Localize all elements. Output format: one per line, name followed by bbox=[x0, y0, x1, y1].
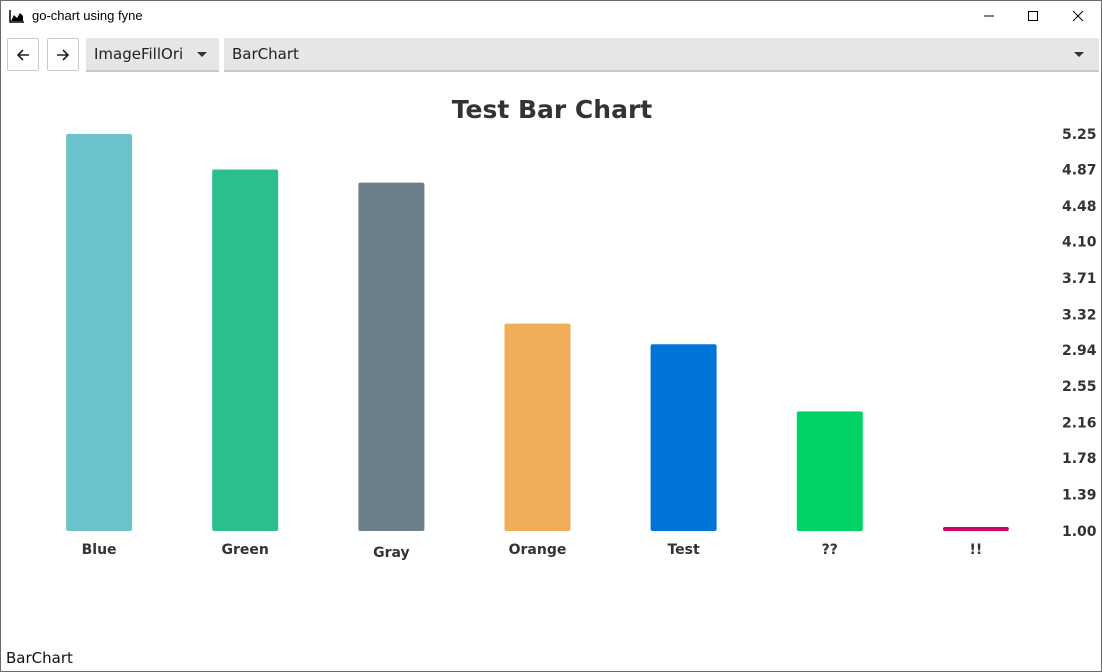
arrow-right-icon bbox=[57, 48, 70, 61]
bar-gray bbox=[358, 182, 425, 531]
y-tick-label: 4.48 bbox=[1062, 199, 1097, 215]
back-button[interactable] bbox=[7, 38, 39, 71]
app-window: go-chart using fyne ImageFillOri BarChar… bbox=[0, 0, 1102, 672]
option-select-value: ImageFillOri bbox=[94, 45, 184, 63]
area-chart-icon bbox=[9, 10, 24, 23]
bar-chart: Test Bar Chart Blue Green Gray Orange Test??… bbox=[66, 95, 1097, 561]
bar-green bbox=[212, 169, 279, 531]
y-tick-label: 2.94 bbox=[1062, 343, 1097, 359]
x-tick-label: Test bbox=[667, 542, 700, 558]
arrow-left-icon bbox=[16, 48, 29, 61]
bar-group bbox=[66, 134, 1009, 531]
x-tick-label: Blue bbox=[82, 542, 117, 558]
maximize-button[interactable] bbox=[1010, 1, 1056, 31]
chevron-down-icon bbox=[197, 52, 207, 57]
y-tick-label: 5.25 bbox=[1062, 127, 1097, 143]
chart-title: Test Bar Chart bbox=[452, 95, 653, 124]
y-tick-label: 1.00 bbox=[1062, 524, 1097, 540]
title-bar: go-chart using fyne bbox=[1, 1, 1101, 32]
minimize-icon bbox=[984, 15, 994, 17]
x-tick-label: Green bbox=[222, 542, 269, 558]
bar- bbox=[796, 411, 863, 531]
y-tick-label: 1.78 bbox=[1062, 451, 1097, 467]
bar- bbox=[942, 527, 1009, 531]
x-tick-label: !! bbox=[970, 542, 983, 558]
status-text: BarChart bbox=[6, 649, 73, 667]
chart-type-select-value: BarChart bbox=[232, 45, 299, 63]
bar-orange bbox=[504, 323, 571, 531]
y-tick-label: 4.10 bbox=[1062, 234, 1097, 250]
forward-button[interactable] bbox=[47, 38, 79, 71]
close-icon bbox=[1072, 10, 1084, 22]
y-tick-label: 3.32 bbox=[1062, 307, 1097, 323]
window-title: go-chart using fyne bbox=[32, 8, 143, 23]
maximize-icon bbox=[1028, 11, 1038, 21]
bar-blue bbox=[66, 134, 133, 531]
y-tick-label: 4.87 bbox=[1062, 163, 1097, 179]
minimize-button[interactable] bbox=[966, 1, 1012, 31]
y-tick-label: 3.71 bbox=[1062, 271, 1097, 287]
y-axis: 1.00 1.39 1.78 2.16 2.55 2.94 3.32 3.71 4.10 4.48… bbox=[1062, 127, 1097, 540]
y-tick-label: 2.16 bbox=[1062, 416, 1097, 432]
x-tick-label: Gray bbox=[373, 545, 410, 561]
category-labels: Blue Green Gray Orange Test??!! bbox=[82, 542, 983, 561]
chart-type-select[interactable]: BarChart bbox=[224, 38, 1099, 72]
bar-test bbox=[650, 344, 717, 531]
y-tick-label: 2.55 bbox=[1062, 379, 1097, 395]
y-tick-label: 1.39 bbox=[1062, 488, 1097, 504]
chevron-down-icon bbox=[1074, 52, 1084, 57]
x-tick-label: Orange bbox=[509, 542, 567, 558]
x-tick-label: ?? bbox=[822, 542, 838, 558]
close-button[interactable] bbox=[1055, 1, 1101, 31]
option-select[interactable]: ImageFillOri bbox=[86, 38, 219, 72]
